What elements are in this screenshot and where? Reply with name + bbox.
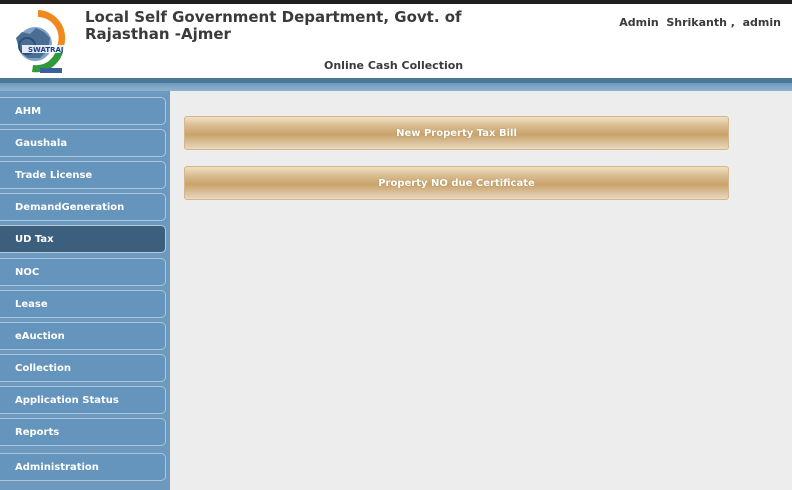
- new-property-tax-bill-button[interactable]: New Property Tax Bill: [184, 116, 729, 150]
- sidebar-item-ud-tax[interactable]: UD Tax: [0, 225, 166, 253]
- sidebar-item-lease[interactable]: Lease: [0, 290, 166, 318]
- swatraj-logo: SWATRAJ: [2, 6, 68, 76]
- sidebar-item-demand-generation[interactable]: DemandGeneration: [0, 193, 166, 221]
- main-content: New Property Tax Bill Property NO due Ce…: [170, 91, 792, 490]
- department-title-line1: Local Self Government Department, Govt. …: [85, 8, 462, 26]
- sidebar-item-administration[interactable]: Administration: [0, 453, 166, 481]
- property-no-due-certificate-button[interactable]: Property NO due Certificate: [184, 166, 729, 200]
- department-title: Local Self Government Department, Govt. …: [85, 9, 505, 43]
- page-header: SWATRAJ Local Self Government Department…: [0, 4, 792, 78]
- sidebar-item-noc[interactable]: NOC: [0, 258, 166, 286]
- header-band: [0, 83, 792, 91]
- sidebar-item-eauction[interactable]: eAuction: [0, 322, 166, 350]
- sidebar-item-gaushala[interactable]: Gaushala: [0, 129, 166, 157]
- sidebar-item-reports[interactable]: Reports: [0, 418, 166, 446]
- svg-text:SWATRAJ: SWATRAJ: [28, 46, 64, 54]
- department-title-line2: Rajasthan -Ajmer: [85, 25, 231, 43]
- sidebar-item-ahm[interactable]: AHM: [0, 97, 166, 125]
- sidebar-item-application-status[interactable]: Application Status: [0, 386, 166, 414]
- sidebar-menu: AHM Gaushala Trade License DemandGenerat…: [0, 91, 170, 490]
- app-title: Online Cash Collection: [324, 59, 464, 72]
- user-info: Admin Shrikanth , admin: [619, 16, 781, 29]
- sidebar-item-collection[interactable]: Collection: [0, 354, 166, 382]
- sidebar-item-trade-license[interactable]: Trade License: [0, 161, 166, 189]
